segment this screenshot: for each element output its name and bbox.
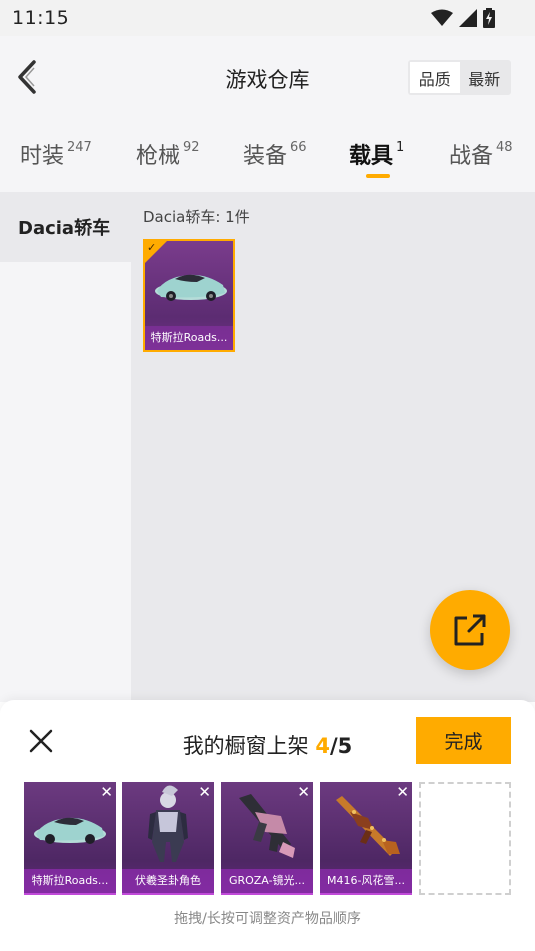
showcase-slot[interactable]: ✕ GROZA-镜光... (221, 782, 313, 895)
tab-count: 92 (183, 140, 200, 155)
tab-count: 1 (396, 140, 405, 155)
slot-count-separator: / (330, 734, 338, 758)
wifi-icon (431, 9, 453, 26)
slot-count-current: 4 (315, 734, 330, 758)
active-tab-indicator (366, 174, 390, 178)
status-icons (431, 8, 495, 28)
remove-icon[interactable]: ✕ (198, 784, 211, 800)
remove-icon[interactable]: ✕ (100, 784, 113, 800)
showcase-slot[interactable]: ✕ M416-风花雪... (320, 782, 412, 895)
tab-label: 时装 (20, 144, 65, 169)
remove-icon[interactable]: ✕ (396, 784, 409, 800)
slot-name: 伏羲圣卦角色 (122, 869, 214, 895)
sort-toggle: 品质 最新 (408, 60, 511, 95)
section-title: Dacia轿车: 1件 (143, 208, 250, 226)
tab-equipment[interactable]: 装备 66 (243, 138, 307, 170)
tab-label: 枪械 (136, 144, 181, 169)
slot-name: GROZA-镜光... (221, 869, 313, 895)
checkmark-icon: ✓ (147, 241, 157, 254)
share-icon (454, 614, 486, 646)
battery-icon (483, 8, 495, 28)
showcase-slot[interactable]: ✕ 特斯拉Roads... (24, 782, 116, 895)
done-button[interactable]: 完成 (416, 717, 511, 764)
showcase-slot[interactable]: ✕ 伏羲圣卦角色 (122, 782, 214, 895)
status-bar: 11:15 (0, 0, 535, 36)
sort-option-quality[interactable]: 品质 (410, 62, 460, 93)
sheet-title-text: 我的橱窗上架 (182, 734, 309, 758)
tab-supplies[interactable]: 战备 48 (449, 138, 513, 170)
status-time: 11:15 (12, 7, 70, 29)
tab-label: 战备 (449, 144, 494, 169)
subcategory-list: Dacia轿车 (0, 192, 131, 702)
subcategory-dacia[interactable]: Dacia轿车 (0, 192, 131, 262)
category-tabs: 时装 247 枪械 92 装备 66 载具 1 战备 48 (0, 118, 535, 192)
tab-count: 247 (67, 140, 92, 155)
sort-option-newest[interactable]: 最新 (460, 62, 510, 93)
reorder-hint: 拖拽/长按可调整资产物品顺序 (174, 911, 361, 927)
item-name: 特斯拉Roads... (145, 326, 233, 350)
tab-count: 66 (290, 140, 307, 155)
showcase-sheet: 我的橱窗上架 4/5 完成 ✕ 特斯拉Roads... ✕ 伏羲圣卦角色 ✕ G… (0, 700, 535, 951)
signal-icon (459, 9, 477, 27)
share-button[interactable] (430, 590, 510, 670)
empty-slot[interactable] (419, 782, 511, 895)
remove-icon[interactable]: ✕ (297, 784, 310, 800)
header: 游戏仓库 品质 最新 (0, 36, 535, 118)
slot-count-max: 5 (337, 734, 353, 758)
tab-label: 装备 (243, 144, 288, 169)
tab-label: 载具 (349, 144, 394, 169)
tab-fashion[interactable]: 时装 247 (20, 138, 92, 170)
slot-name: 特斯拉Roads... (24, 869, 116, 895)
tab-vehicles[interactable]: 载具 1 (349, 138, 404, 170)
tab-count: 48 (496, 140, 513, 155)
item-card[interactable]: ✓ 特斯拉Roads... (143, 239, 235, 352)
slot-name: M416-风花雪... (320, 869, 412, 895)
tab-guns[interactable]: 枪械 92 (136, 138, 200, 170)
